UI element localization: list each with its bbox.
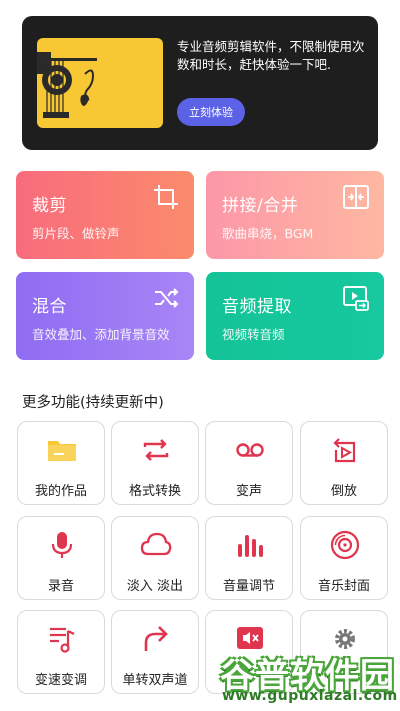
grid-item-label: 音乐封面	[317, 579, 370, 594]
music-note-list-icon	[50, 627, 75, 653]
cloud-icon	[140, 532, 172, 556]
voicemail-icon	[236, 443, 264, 457]
promo-banner: 专业音频剪辑软件，不限制使用次数和时长，赶快体验一下吧. 立刻体验	[22, 16, 378, 150]
grid-item-label: 变声	[235, 484, 262, 499]
more-features-heading: 更多功能(持续更新中)	[22, 395, 164, 411]
reverse-icon	[333, 438, 356, 463]
crop-icon	[154, 185, 178, 209]
grid-item-label: 我的作品	[34, 484, 87, 499]
extract-title: 音频提取	[222, 297, 292, 317]
grid-item-voice-change[interactable]: 变声	[205, 421, 293, 505]
grid-item-mono-to-stereo[interactable]: 单转双声道	[111, 610, 199, 694]
merge-icon	[343, 185, 369, 209]
convert-icon	[143, 439, 169, 461]
mix-title: 混合	[32, 297, 67, 317]
extract-subtitle: 视频转音频	[222, 327, 285, 342]
try-now-button[interactable]: 立刻体验	[177, 98, 245, 126]
grid-item-label: 变速变调	[34, 673, 87, 688]
watermark-url: www.gupuxlazal.com	[222, 688, 398, 704]
grid-item-reverse[interactable]: 倒放	[300, 421, 388, 505]
folder-icon	[48, 441, 76, 461]
extract-card[interactable]: 音频提取 视频转音频	[206, 272, 384, 360]
disc-icon	[330, 530, 360, 560]
guitar-illustration	[37, 38, 163, 128]
grid-item-label: 倒放	[330, 484, 357, 499]
grid-item-label: 录音	[47, 579, 74, 594]
grid-item-format-convert[interactable]: 格式转换	[111, 421, 199, 505]
join-card[interactable]: 拼接/合并 歌曲串烧，BGM	[206, 171, 384, 259]
watermark: 谷普软件园 www.gupuxlazal.com	[220, 648, 398, 710]
grid-item-record[interactable]: 录音	[17, 516, 105, 600]
grid-item-label: 单转双声道	[122, 673, 188, 688]
mix-subtitle: 音效叠加、添加背景音效	[32, 327, 170, 342]
grid-item-music-cover[interactable]: 音乐封面	[300, 516, 388, 600]
grid-item-my-works[interactable]: 我的作品	[17, 421, 105, 505]
grid-item-label: 音量调节	[222, 579, 275, 594]
grid-item-label: 格式转换	[128, 484, 181, 499]
redo-arrow-icon	[144, 626, 168, 651]
trim-subtitle: 剪片段、做铃声	[32, 226, 120, 241]
grid-item-fade[interactable]: 淡入 淡出	[111, 516, 199, 600]
trim-title: 裁剪	[32, 196, 67, 216]
grid-item-volume[interactable]: 音量调节	[205, 516, 293, 600]
grid-item-speed-pitch[interactable]: 变速变调	[17, 610, 105, 694]
microphone-icon	[51, 532, 73, 558]
volume-bars-icon	[238, 535, 263, 557]
grid-item-label: 淡入 淡出	[126, 579, 184, 594]
join-subtitle: 歌曲串烧，BGM	[222, 226, 314, 241]
promo-text: 专业音频剪辑软件，不限制使用次数和时长，赶快体验一下吧.	[177, 39, 365, 72]
guitar-icon	[37, 52, 97, 118]
join-title: 拼接/合并	[222, 196, 299, 216]
trim-card[interactable]: 裁剪 剪片段、做铃声	[16, 171, 194, 259]
mix-card[interactable]: 混合 音效叠加、添加背景音效	[16, 272, 194, 360]
shuffle-icon	[155, 288, 179, 308]
video-to-audio-icon	[343, 286, 369, 311]
